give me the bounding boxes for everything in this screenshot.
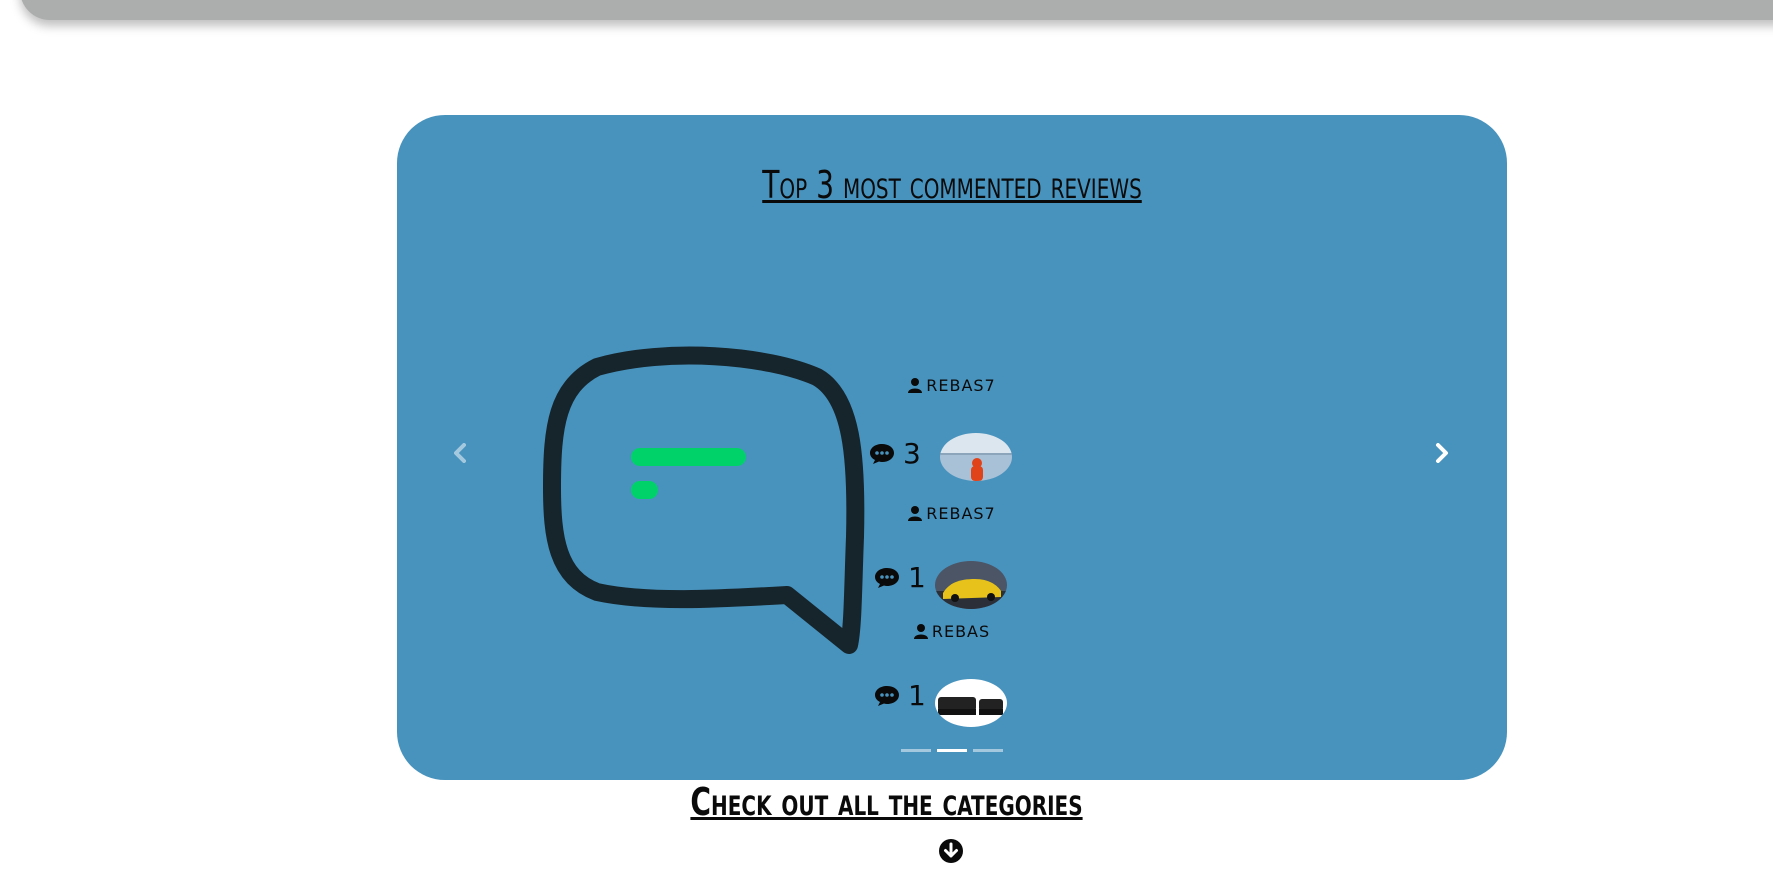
review-thumbnail-lake[interactable] (940, 433, 1012, 481)
carousel-indicator-2[interactable] (937, 749, 967, 752)
carousel-prev-button[interactable] (440, 433, 480, 473)
carousel-indicators (397, 749, 1507, 752)
review-comment-count: 1 (874, 679, 926, 712)
carousel-indicator-1[interactable] (901, 749, 931, 752)
arrow-down-circle-icon (939, 839, 963, 863)
comment-dots-icon (875, 685, 899, 706)
review-comment-count: 3 (869, 437, 921, 470)
chevron-left-icon (454, 443, 466, 463)
chevron-right-icon (1436, 443, 1448, 463)
user-icon (908, 506, 923, 521)
reviews-carousel: Top 3 most commented reviews REBAS7 3 RE… (397, 115, 1507, 780)
review-author: REBAS (397, 622, 1507, 641)
categories-title: Check out all the categories (690, 780, 1083, 824)
carousel-next-button[interactable] (1422, 433, 1462, 473)
comment-dots-icon (870, 443, 894, 464)
user-icon (908, 378, 923, 393)
review-author: REBAS7 (397, 504, 1507, 523)
review-comment-count: 1 (874, 561, 926, 594)
carousel-title: Top 3 most commented reviews (762, 163, 1142, 207)
carousel-indicator-3[interactable] (973, 749, 1003, 752)
review-author: REBAS7 (397, 376, 1507, 395)
review-thumbnail-car[interactable] (935, 561, 1007, 609)
top-navbar (20, 0, 1773, 20)
scroll-down-button[interactable] (939, 839, 963, 863)
user-icon (913, 624, 928, 639)
comment-dots-icon (875, 567, 899, 588)
review-thumbnail-sofa[interactable] (935, 679, 1007, 727)
